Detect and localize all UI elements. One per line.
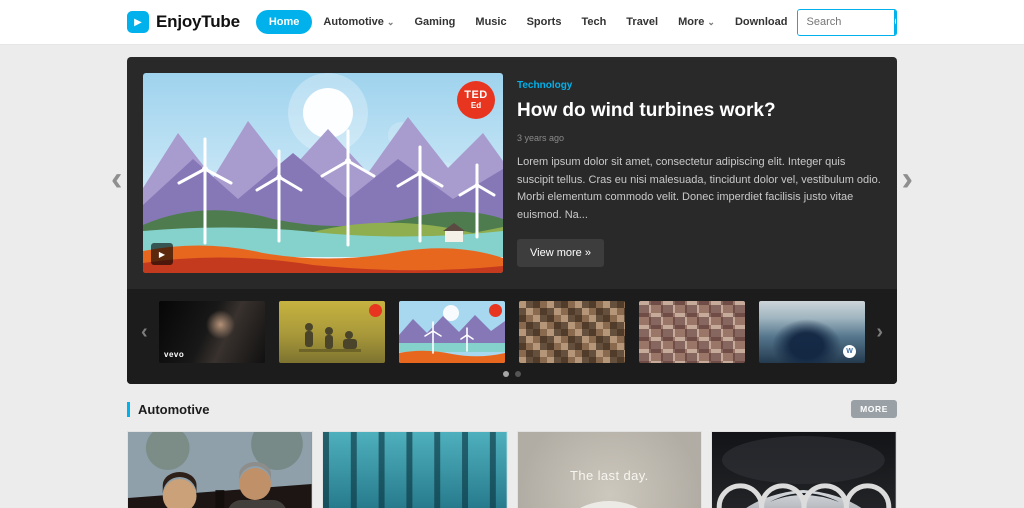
- search-input[interactable]: [798, 10, 894, 35]
- video-excerpt: Lorem ipsum dolor sit amet, consectetur …: [517, 154, 881, 224]
- teded-badge-icon: [489, 304, 502, 317]
- search-button[interactable]: [894, 10, 898, 35]
- view-more-button[interactable]: View more »: [517, 239, 604, 267]
- strip-prev-button[interactable]: ‹: [137, 322, 152, 342]
- wind-turbines-illustration: [143, 73, 503, 273]
- nav-item-gaming[interactable]: Gaming: [405, 10, 464, 34]
- showroom-sportscar-art: [323, 432, 507, 508]
- video-thumbnail: [712, 432, 896, 508]
- mercedes-star-icon: [518, 494, 702, 508]
- vevo-logo: vevo: [164, 350, 184, 359]
- nav-item-home[interactable]: Home: [256, 10, 313, 34]
- chevron-right-icon: ›: [902, 160, 913, 198]
- w-channel-logo: W: [843, 345, 856, 358]
- chevron-down-icon: ⌄: [387, 18, 395, 27]
- video-card-audi-concept[interactable]: [711, 431, 897, 508]
- video-timestamp: 3 years ago: [517, 133, 881, 143]
- play-icon: ▶: [127, 11, 149, 33]
- video-card-showroom-sportscar[interactable]: [322, 431, 508, 508]
- search-icon: [894, 16, 898, 29]
- strip-thumb-teded-illustration[interactable]: [279, 301, 385, 363]
- nav-item-more[interactable]: More⌄: [669, 10, 724, 34]
- nav-item-download[interactable]: Download: [726, 10, 797, 34]
- video-thumbnail: [323, 432, 507, 508]
- strip-thumb-music-video[interactable]: vevo: [159, 301, 265, 363]
- section-title: Automotive: [138, 402, 210, 417]
- carousel-prev-button[interactable]: ‹: [111, 162, 122, 196]
- teded-badge-icon: [369, 304, 382, 317]
- strip-thumb-blurred-1[interactable]: [519, 301, 625, 363]
- video-thumbnail: The last day.: [518, 432, 702, 508]
- strip-next-button[interactable]: ›: [872, 322, 887, 342]
- nav-item-sports[interactable]: Sports: [518, 10, 571, 34]
- audi-rings-icon: [712, 437, 896, 508]
- teded-logo: TED Ed: [457, 81, 495, 119]
- video-thumbnail: [128, 432, 312, 508]
- video-card-car-interior[interactable]: [127, 431, 313, 508]
- featured-video-panel: TED Ed ▶ Technology How do wind turbines…: [127, 57, 897, 384]
- brand-logo[interactable]: ▶ EnjoyTube: [127, 11, 240, 33]
- thumbnail-strip: ‹ vevo: [127, 289, 897, 384]
- video-title[interactable]: How do wind turbines work?: [517, 100, 881, 122]
- video-card-mercedes[interactable]: The last day.: [517, 431, 703, 508]
- thumbnail-caption: The last day.: [518, 468, 702, 483]
- nav-item-tech[interactable]: Tech: [572, 10, 615, 34]
- main-nav: Home Automotive⌄ Gaming Music Sports Tec…: [256, 10, 797, 34]
- featured-video-info: Technology How do wind turbines work? 3 …: [517, 73, 881, 273]
- chevron-left-icon: ‹: [111, 160, 122, 198]
- chevron-left-icon: ‹: [141, 321, 148, 343]
- navbar: ▶ EnjoyTube Home Automotive⌄ Gaming Musi…: [0, 0, 1024, 45]
- section-accent-bar: [127, 402, 130, 417]
- nav-item-automotive[interactable]: Automotive⌄: [314, 10, 403, 34]
- section-automotive: Automotive MORE: [127, 400, 897, 508]
- category-link[interactable]: Technology: [517, 80, 572, 91]
- carousel-dot[interactable]: [503, 371, 509, 377]
- nav-item-music[interactable]: Music: [466, 10, 515, 34]
- featured-video-thumbnail[interactable]: TED Ed ▶: [143, 73, 503, 273]
- more-button[interactable]: MORE: [851, 400, 897, 418]
- brand-name: EnjoyTube: [156, 12, 240, 32]
- carousel-pagination: [137, 371, 887, 377]
- strip-thumb-blurred-2[interactable]: [639, 301, 745, 363]
- carousel-dot[interactable]: [515, 371, 521, 377]
- strip-thumb-wind-turbines[interactable]: [399, 301, 505, 363]
- chevron-down-icon: ⌄: [707, 18, 715, 27]
- featured-carousel: ‹ ›: [127, 57, 897, 384]
- chevron-right-icon: ›: [876, 321, 883, 343]
- search-box: [797, 9, 898, 36]
- carousel-next-button[interactable]: ›: [902, 162, 913, 196]
- car-interior-art: [128, 432, 312, 508]
- nav-item-travel[interactable]: Travel: [617, 10, 667, 34]
- video-play-icon[interactable]: ▶: [151, 243, 173, 265]
- strip-thumb-outdoor-person[interactable]: W: [759, 301, 865, 363]
